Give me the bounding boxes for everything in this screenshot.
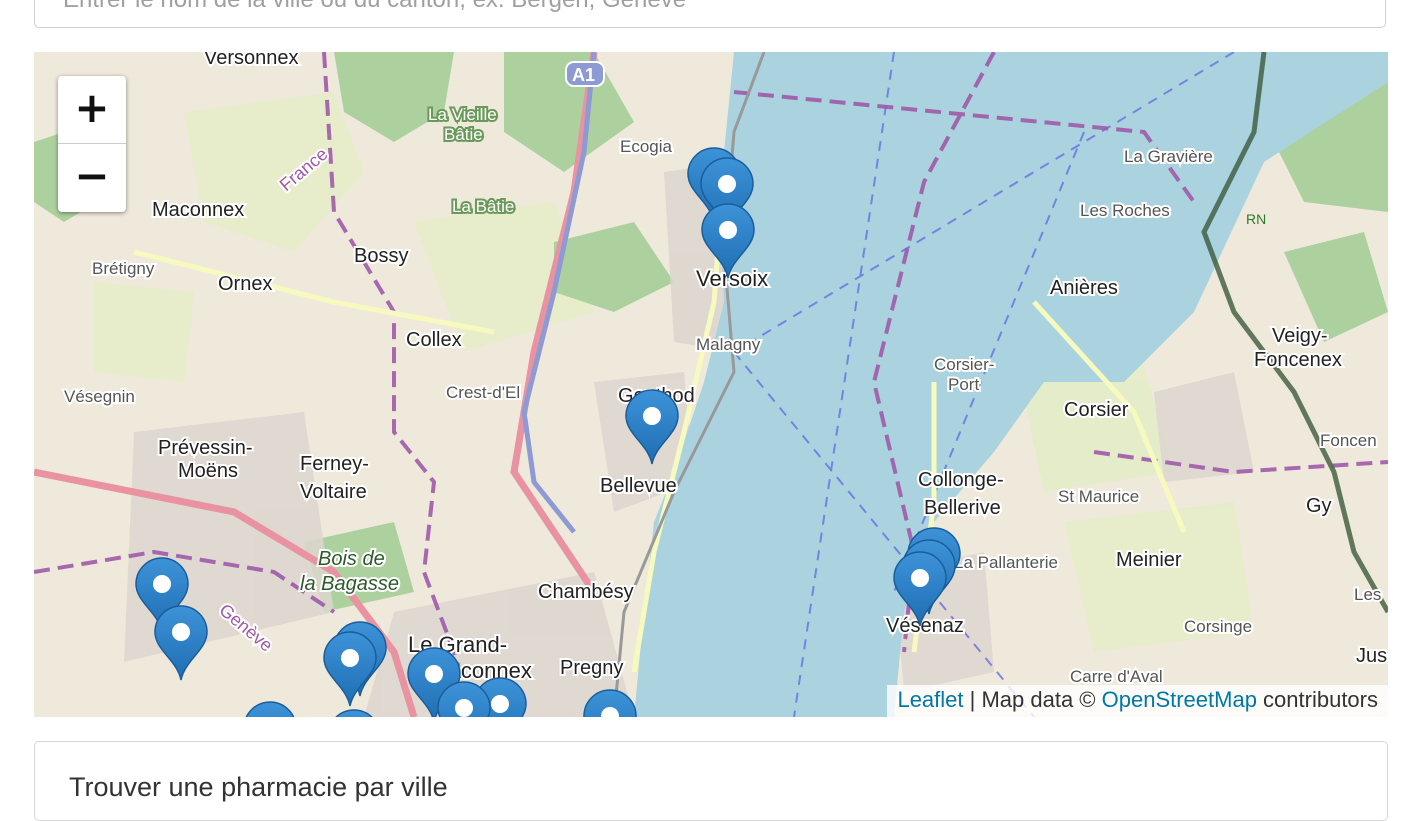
search-input[interactable] <box>49 0 1363 13</box>
label-ecogia: Ecogia <box>620 137 673 156</box>
label-bretigny: Brétigny <box>92 259 155 278</box>
label-graviere: La Gravière <box>1124 147 1213 166</box>
label-foncenex: Foncenex <box>1254 349 1342 371</box>
panel-title: Trouver une pharmacie par ville <box>69 772 448 802</box>
label-les: Les <box>1354 585 1381 604</box>
label-bossy: Bossy <box>354 245 408 267</box>
label-versoix: Versoix <box>696 266 768 291</box>
label-batie: Bâtie <box>444 125 483 144</box>
map-attribution: Leaflet | Map data © OpenStreetMap contr… <box>887 685 1388 717</box>
label-carre: Carre d'Aval <box>1070 667 1163 686</box>
label-la-batie: La Bâtie <box>452 197 514 216</box>
label-maconnex: Maconnex <box>152 199 244 221</box>
label-jus: Jus <box>1356 645 1387 667</box>
label-crest: Crest-d'El <box>446 383 520 402</box>
label-collonge: Collonge- <box>918 469 1004 491</box>
label-voltaire: Voltaire <box>300 481 367 503</box>
label-vesenaz: Vésenaz <box>886 615 964 637</box>
label-veigy: Veigy- <box>1272 325 1328 347</box>
search-field[interactable] <box>34 0 1386 28</box>
label-gy: Gy <box>1306 495 1332 517</box>
zoom-control: + − <box>58 76 126 212</box>
label-moens: Moëns <box>178 460 238 482</box>
attribution-suffix: contributors <box>1256 687 1378 712</box>
attribution-separator: | Map data © <box>963 687 1102 712</box>
label-anieres: Anières <box>1050 277 1118 299</box>
label-meinier: Meinier <box>1116 549 1182 571</box>
a1-highway-shield: A1 <box>565 61 605 87</box>
map-tiles[interactable]: Versonnex Maconnex Bossy Brétigny Ornex … <box>34 52 1388 717</box>
label-roches: Les Roches <box>1080 201 1170 220</box>
label-foncen: Foncen <box>1320 431 1377 450</box>
label-bagasse: la Bagasse <box>300 573 399 595</box>
label-collex: Collex <box>406 329 462 351</box>
label-vieille: La Vieille <box>428 105 497 124</box>
label-ferney: Ferney- <box>300 453 369 475</box>
zoom-in-button[interactable]: + <box>58 76 126 144</box>
label-vesegnin: Vésegnin <box>64 387 135 406</box>
label-bois-de: Bois de <box>318 548 385 570</box>
label-chambesy: Chambésy <box>538 581 634 603</box>
label-rn: RN <box>1246 211 1266 227</box>
city-search-panel: Trouver une pharmacie par ville <box>34 741 1388 821</box>
label-bellerive: Bellerive <box>924 497 1001 519</box>
pharmacy-map[interactable]: Versonnex Maconnex Bossy Brétigny Ornex … <box>34 52 1388 717</box>
label-malagny: Malagny <box>696 335 761 354</box>
openstreetmap-link[interactable]: OpenStreetMap <box>1102 687 1257 712</box>
label-corsinge: Corsinge <box>1184 617 1252 636</box>
zoom-out-button[interactable]: − <box>58 144 126 211</box>
label-pallanterie: La Pallanterie <box>954 553 1058 572</box>
label-versonnex: Versonnex <box>204 52 299 69</box>
label-prevessin: Prévessin- <box>158 437 252 459</box>
label-corsier-port2: Port <box>948 375 979 394</box>
label-ornex: Ornex <box>218 273 272 295</box>
label-stmaurice: St Maurice <box>1058 487 1139 506</box>
label-a1: A1 <box>572 65 595 85</box>
label-corsier: Corsier <box>1064 399 1129 421</box>
label-corsier-port1: Corsier- <box>934 355 994 374</box>
label-bellevue: Bellevue <box>600 475 677 497</box>
label-pregny: Pregny <box>560 657 623 679</box>
leaflet-link[interactable]: Leaflet <box>897 687 963 712</box>
